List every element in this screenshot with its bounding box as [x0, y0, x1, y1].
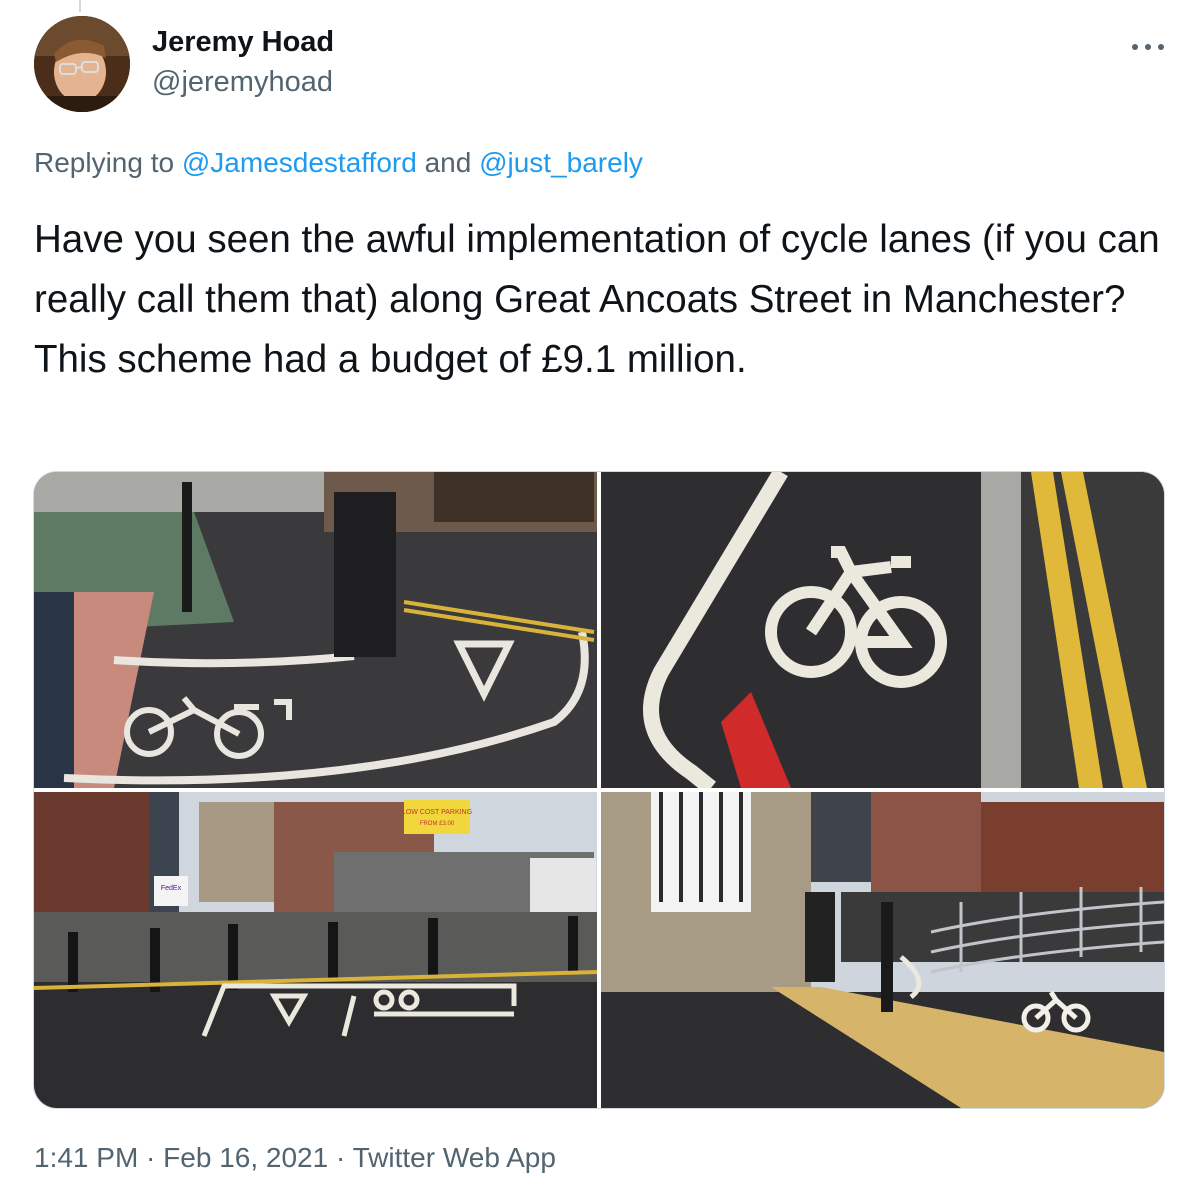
- tweet-date[interactable]: Feb 16, 2021: [163, 1142, 328, 1173]
- tweet-meta: 1:41 PM · Feb 16, 2021 · Twitter Web App: [34, 1142, 556, 1174]
- tweet-time[interactable]: 1:41 PM: [34, 1142, 138, 1173]
- replying-prefix: Replying to: [34, 147, 182, 178]
- avatar[interactable]: [34, 16, 130, 112]
- more-options-button[interactable]: [1130, 28, 1166, 59]
- photo-4[interactable]: [601, 792, 1164, 1108]
- photo-3[interactable]: LOW COST PARKING FROM £3.00 FedEx: [34, 792, 597, 1108]
- photo-2-image: [601, 472, 1164, 788]
- photo-3-image: LOW COST PARKING FROM £3.00 FedEx: [34, 792, 597, 1108]
- photo-4-image: [601, 792, 1164, 1108]
- parking-sign-line2: FROM £3.00: [420, 821, 455, 827]
- author-name[interactable]: Jeremy Hoad: [152, 26, 334, 59]
- photo-1[interactable]: [34, 472, 597, 788]
- parking-sign-line1: LOW COST PARKING: [402, 809, 472, 816]
- tweet-text: Have you seen the awful implementation o…: [34, 218, 1160, 381]
- van-logo-text: FedEx: [161, 885, 182, 892]
- more-horizontal-icon: [1132, 44, 1164, 50]
- reply-mention-jamesdestafford[interactable]: @Jamesdestafford: [182, 147, 417, 178]
- photo-2[interactable]: [601, 472, 1164, 788]
- reply-mention-just-barely[interactable]: @just_barely: [479, 147, 643, 178]
- replying-joiner: and: [416, 147, 480, 178]
- tweet-source-app[interactable]: Twitter Web App: [353, 1142, 556, 1173]
- avatar-photo: [34, 16, 130, 112]
- meta-separator: ·: [328, 1142, 353, 1173]
- media-grid: LOW COST PARKING FROM £3.00 FedEx: [33, 471, 1165, 1109]
- thread-connector-line: [79, 0, 81, 12]
- author-handle[interactable]: @jeremyhoad: [152, 66, 333, 99]
- photo-1-image: [34, 472, 597, 788]
- replying-to: Replying to @Jamesdestafford and @just_b…: [34, 147, 643, 179]
- meta-separator: ·: [138, 1142, 164, 1173]
